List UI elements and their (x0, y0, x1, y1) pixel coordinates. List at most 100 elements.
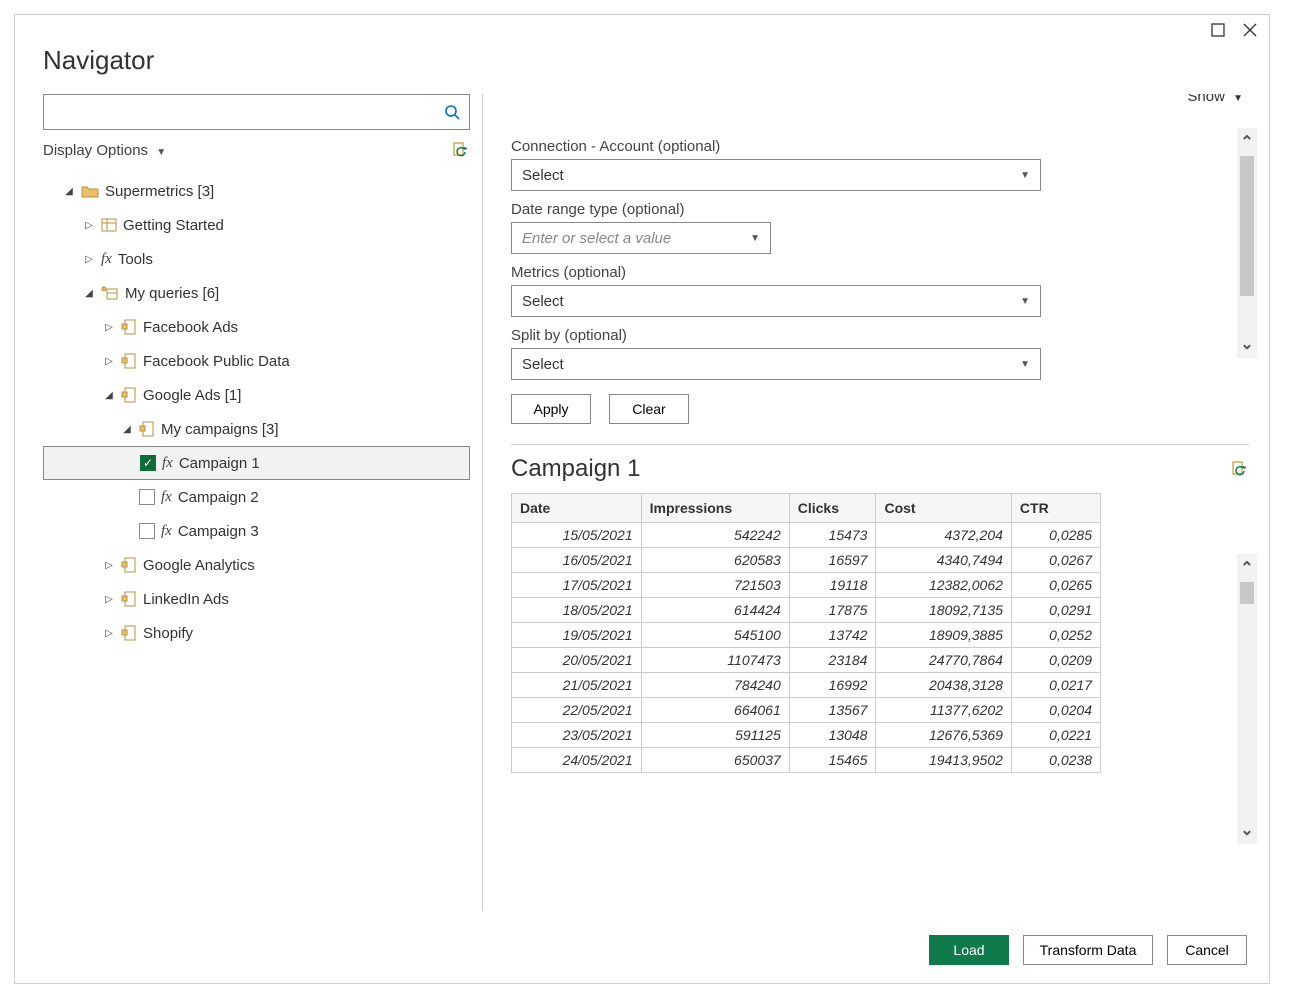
apply-button[interactable]: Apply (511, 394, 591, 424)
search-input[interactable] (43, 94, 470, 130)
table-cell: 1107473 (641, 648, 789, 673)
collapse-icon[interactable]: ◢ (63, 186, 75, 197)
table-cell: 784240 (641, 673, 789, 698)
connection-select[interactable]: Select ▼ (511, 159, 1041, 191)
table-cell: 0,0252 (1011, 623, 1100, 648)
tree-node-campaign-2[interactable]: fx Campaign 2 (43, 480, 470, 514)
tree-node-my-queries[interactable]: ◢ My queries [6] (43, 276, 470, 310)
checkbox-icon[interactable] (139, 489, 155, 505)
dialog-footer: Load Transform Data Cancel (15, 921, 1269, 983)
expand-icon[interactable]: ▷ (103, 628, 115, 639)
tree-node-google-analytics[interactable]: ▷ Google Analytics (43, 548, 470, 582)
expand-icon[interactable]: ▷ (103, 594, 115, 605)
table-header[interactable]: Clicks (789, 494, 876, 523)
tree-node-my-campaigns[interactable]: ◢ My campaigns [3] (43, 412, 470, 446)
scroll-down-icon[interactable]: ⌄ (1240, 334, 1253, 354)
tree-node-campaign-3[interactable]: fx Campaign 3 (43, 514, 470, 548)
tree-node-facebook-ads[interactable]: ▷ Facebook Ads (43, 310, 470, 344)
table-row[interactable]: 15/05/2021542242154734372,2040,0285 (512, 523, 1101, 548)
tree-label: My queries [6] (125, 285, 470, 302)
chevron-down-icon: ▼ (1233, 94, 1243, 104)
table-cell: 0,0221 (1011, 723, 1100, 748)
scrollbar-thumb[interactable] (1240, 582, 1254, 604)
table-cell: 15/05/2021 (512, 523, 642, 548)
checkbox-icon[interactable] (139, 523, 155, 539)
expand-icon[interactable]: ▷ (83, 254, 95, 265)
preview-table: DateImpressionsClicksCostCTR 15/05/20215… (511, 493, 1101, 773)
table-cell: 18/05/2021 (512, 598, 642, 623)
tree-label: Campaign 1 (179, 455, 469, 472)
tree-node-supermetrics[interactable]: ◢ Supermetrics [3] (43, 174, 470, 208)
select-placeholder: Enter or select a value (522, 230, 671, 247)
table-row[interactable]: 20/05/202111074732318424770,78640,0209 (512, 648, 1101, 673)
tree-label: Google Ads [1] (143, 387, 470, 404)
clear-button[interactable]: Clear (609, 394, 689, 424)
preview-pane: Show ▼ ⌃ ⌄ Connection - Account (optiona… (483, 94, 1249, 911)
datasource-icon (121, 319, 137, 335)
checkbox-checked-icon[interactable]: ✓ (140, 455, 156, 471)
datasource-icon (121, 387, 137, 403)
collapse-icon[interactable]: ◢ (83, 288, 95, 299)
table-cell: 15465 (789, 748, 876, 773)
split-by-select[interactable]: Select ▼ (511, 348, 1041, 380)
tree-label: Getting Started (123, 217, 470, 234)
cancel-button[interactable]: Cancel (1167, 935, 1247, 965)
scrollbar-thumb[interactable] (1240, 156, 1254, 296)
scroll-up-icon[interactable]: ⌃ (1240, 132, 1253, 152)
fx-icon: fx (162, 455, 173, 472)
tree-node-campaign-1[interactable]: ✓ fx Campaign 1 (43, 446, 470, 480)
maximize-icon[interactable] (1211, 23, 1225, 37)
refresh-preview-icon[interactable] (1229, 459, 1249, 479)
tree-node-getting-started[interactable]: ▷ Getting Started (43, 208, 470, 242)
table-row[interactable]: 17/05/20217215031911812382,00620,0265 (512, 573, 1101, 598)
table-header[interactable]: Impressions (641, 494, 789, 523)
table-row[interactable]: 16/05/2021620583165974340,74940,0267 (512, 548, 1101, 573)
scroll-up-icon[interactable]: ⌃ (1240, 558, 1253, 578)
table-row[interactable]: 24/05/20216500371546519413,95020,0238 (512, 748, 1101, 773)
group-icon (139, 421, 155, 437)
tree-node-facebook-public[interactable]: ▷ Facebook Public Data (43, 344, 470, 378)
scroll-down-icon[interactable]: ⌄ (1240, 820, 1253, 840)
scrollbar[interactable]: ⌃ ⌄ (1237, 128, 1257, 358)
collapse-icon[interactable]: ◢ (103, 390, 115, 401)
table-cell: 19413,9502 (876, 748, 1011, 773)
table-cell: 0,0204 (1011, 698, 1100, 723)
tree-label: Shopify (143, 625, 470, 642)
table-cell: 21/05/2021 (512, 673, 642, 698)
expand-icon[interactable]: ▷ (103, 322, 115, 333)
transform-data-button[interactable]: Transform Data (1023, 935, 1153, 965)
divider (511, 444, 1249, 445)
table-cell: 11377,6202 (876, 698, 1011, 723)
table-row[interactable]: 19/05/20215451001374218909,38850,0252 (512, 623, 1101, 648)
tree-node-tools[interactable]: ▷ fx Tools (43, 242, 470, 276)
refresh-icon[interactable] (450, 140, 470, 160)
close-icon[interactable] (1243, 23, 1257, 37)
table-row[interactable]: 18/05/20216144241787518092,71350,0291 (512, 598, 1101, 623)
table-header[interactable]: Date (512, 494, 642, 523)
table-cell: 13742 (789, 623, 876, 648)
tree-label: Facebook Ads (143, 319, 470, 336)
tree-node-linkedin-ads[interactable]: ▷ LinkedIn Ads (43, 582, 470, 616)
table-header[interactable]: Cost (876, 494, 1011, 523)
scrollbar[interactable]: ⌃ ⌄ (1237, 554, 1257, 844)
table-row[interactable]: 23/05/20215911251304812676,53690,0221 (512, 723, 1101, 748)
show-dropdown[interactable]: Show ▼ (1187, 94, 1243, 105)
table-cell: 20/05/2021 (512, 648, 642, 673)
table-cell: 24770,7864 (876, 648, 1011, 673)
load-button[interactable]: Load (929, 935, 1009, 965)
date-range-select[interactable]: Enter or select a value ▼ (511, 222, 771, 254)
tree-node-shopify[interactable]: ▷ Shopify (43, 616, 470, 650)
expand-icon[interactable]: ▷ (103, 560, 115, 571)
metrics-select[interactable]: Select ▼ (511, 285, 1041, 317)
table-header[interactable]: CTR (1011, 494, 1100, 523)
tree-label: Campaign 2 (178, 489, 470, 506)
table-cell: 614424 (641, 598, 789, 623)
table-row[interactable]: 22/05/20216640611356711377,62020,0204 (512, 698, 1101, 723)
display-options-dropdown[interactable]: Display Options ▼ (43, 142, 166, 159)
collapse-icon[interactable]: ◢ (121, 424, 133, 435)
table-cell: 22/05/2021 (512, 698, 642, 723)
tree-node-google-ads[interactable]: ◢ Google Ads [1] (43, 378, 470, 412)
expand-icon[interactable]: ▷ (103, 356, 115, 367)
expand-icon[interactable]: ▷ (83, 220, 95, 231)
table-row[interactable]: 21/05/20217842401699220438,31280,0217 (512, 673, 1101, 698)
